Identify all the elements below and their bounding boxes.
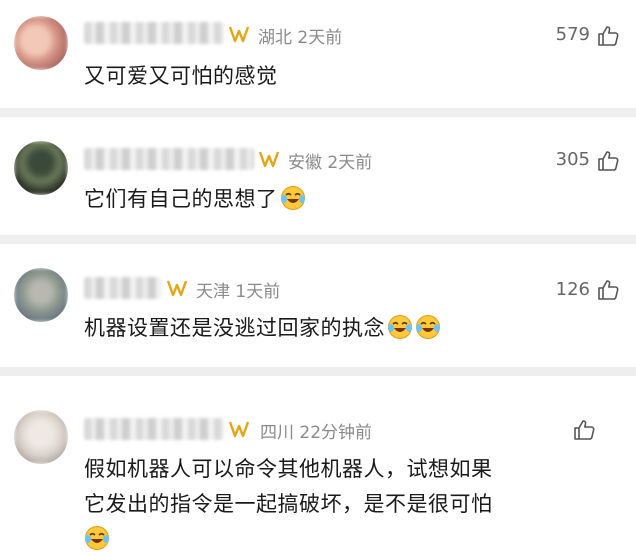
thumbs-up-icon[interactable]	[596, 278, 620, 302]
thumbs-up-icon[interactable]	[572, 418, 596, 442]
vip-badge-icon	[228, 421, 250, 438]
location: 天津	[196, 282, 230, 302]
comment-meta: 天津 1天前	[196, 277, 280, 302]
separator	[0, 235, 636, 244]
location: 安徽	[288, 153, 322, 173]
timestamp: 22分钟前	[299, 423, 373, 443]
comment-item: 湖北 2天前 579 又可爱又可怕的感觉	[0, 0, 636, 108]
thumbs-up-icon[interactable]	[596, 24, 620, 48]
laughing-crying-emoji-icon	[388, 315, 412, 339]
laughing-crying-emoji-icon	[85, 526, 109, 550]
like-count: 126	[555, 279, 590, 300]
location: 湖北	[258, 28, 292, 48]
separator	[0, 367, 636, 376]
like-count: 579	[555, 24, 590, 45]
location: 四川	[260, 423, 294, 443]
comment-text: 它们有自己的思想了	[84, 183, 306, 213]
timestamp: 1天前	[235, 282, 281, 302]
laughing-crying-emoji-icon	[416, 315, 440, 339]
comment-text: 又可爱又可怕的感觉	[84, 64, 278, 88]
timestamp: 2天前	[297, 28, 343, 48]
username-blurred[interactable]	[84, 277, 162, 299]
thumbs-up-icon[interactable]	[596, 149, 620, 173]
avatar[interactable]	[14, 141, 68, 195]
username-blurred[interactable]	[84, 148, 254, 170]
comment-item: 安徽 2天前 305 它们有自己的思想了	[0, 117, 636, 235]
comment-text: 机器设置还是没逃过回家的执念	[84, 312, 441, 342]
avatar[interactable]	[14, 16, 68, 70]
username-blurred[interactable]	[84, 22, 224, 44]
comment-text: 假如机器人可以命令其他机器人，试想如果 它发出的指令是一起搞破坏，是不是很可怕	[84, 452, 624, 555]
timestamp: 2天前	[327, 153, 373, 173]
comment-item: 四川 22分钟前 假如机器人可以命令其他机器人，试想如果 它发出的指令是一起搞破…	[0, 376, 636, 555]
vip-badge-icon	[228, 26, 250, 43]
comment-item: 天津 1天前 126 机器设置还是没逃过回家的执念	[0, 244, 636, 367]
comment-meta: 湖北 2天前	[258, 23, 342, 48]
username-blurred[interactable]	[84, 418, 224, 440]
laughing-crying-emoji-icon	[280, 186, 305, 210]
avatar[interactable]	[14, 268, 68, 322]
separator	[0, 108, 636, 117]
comment-meta: 安徽 2天前	[288, 148, 372, 173]
vip-badge-icon	[258, 151, 280, 168]
vip-badge-icon	[166, 280, 188, 297]
comment-meta: 四川 22分钟前	[260, 418, 372, 443]
avatar[interactable]	[14, 410, 68, 464]
like-count: 305	[555, 149, 590, 170]
